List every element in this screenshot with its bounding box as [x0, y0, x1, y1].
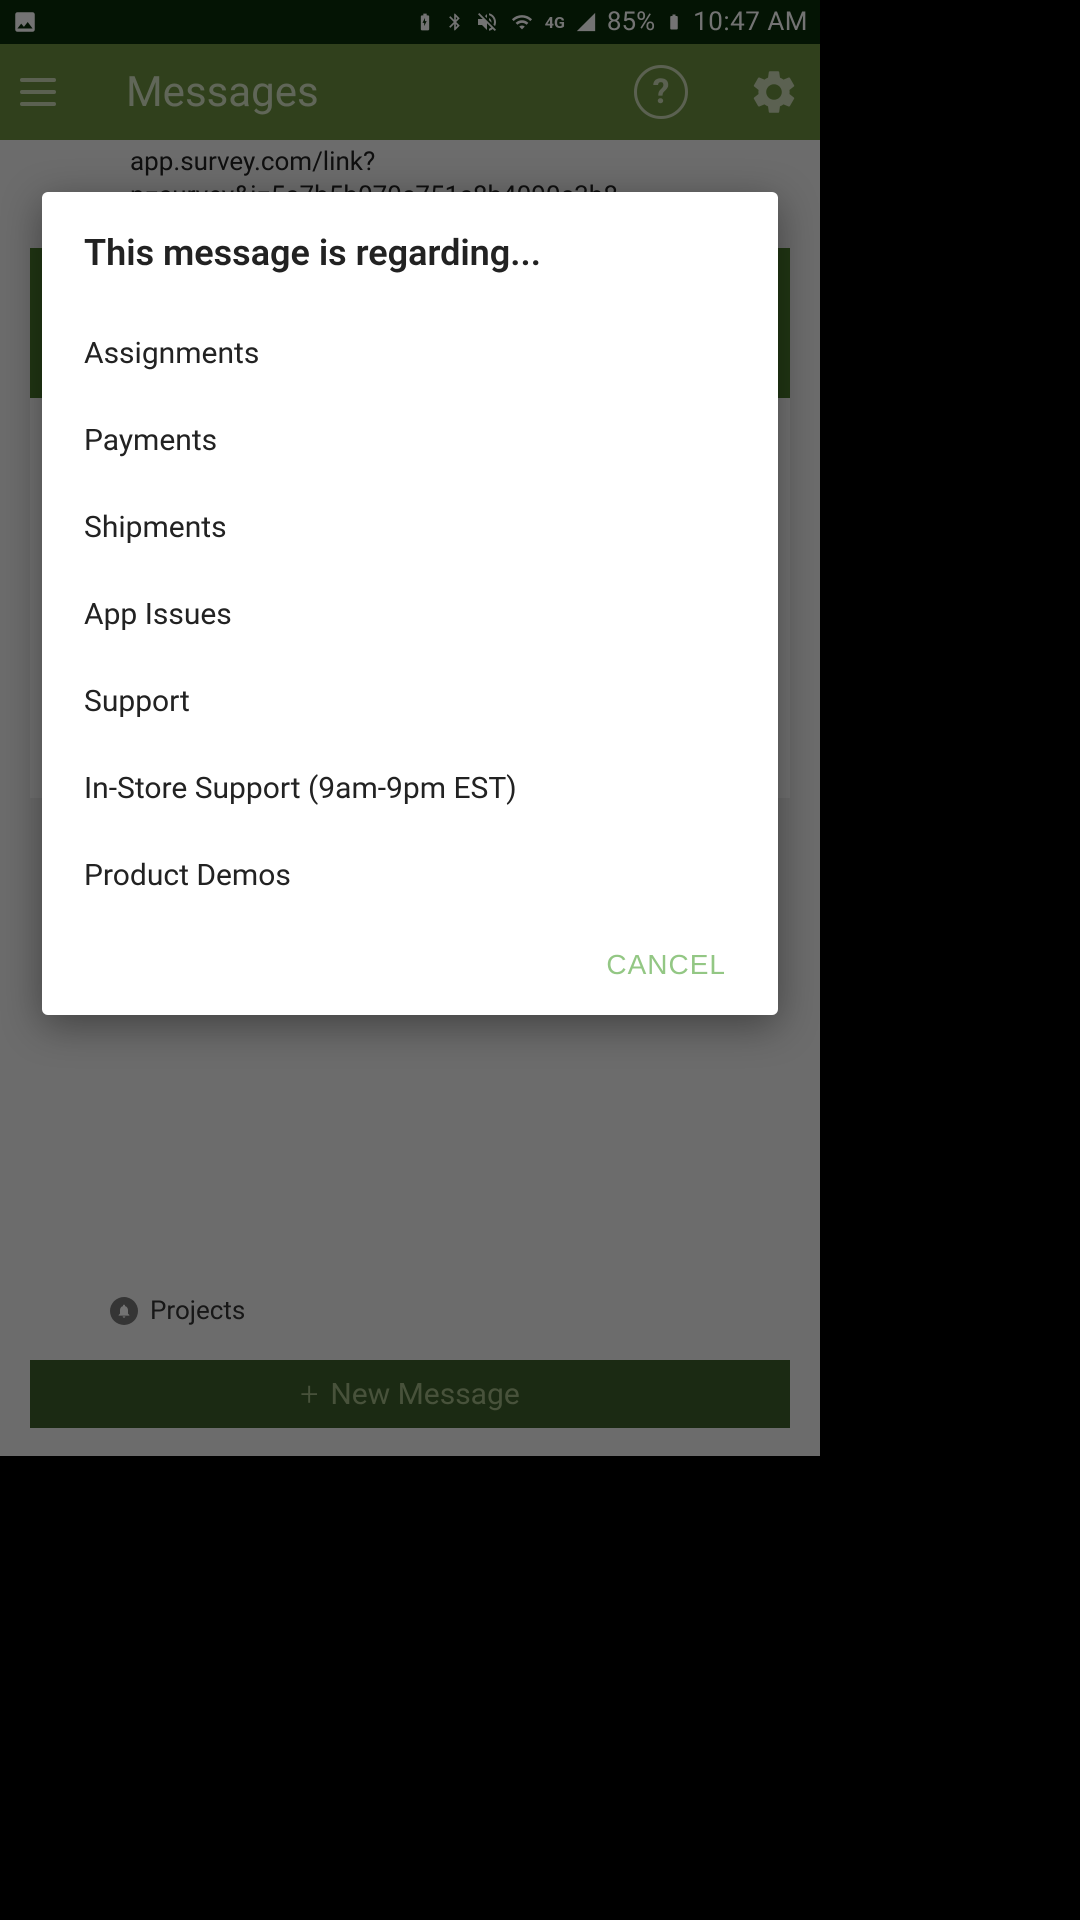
dialog-option-support[interactable]: Support — [84, 658, 736, 745]
dialog-option-assignments[interactable]: Assignments — [84, 310, 736, 397]
cancel-button[interactable]: CANCEL — [596, 935, 736, 995]
dialog-option-product-demos[interactable]: Product Demos — [84, 832, 736, 919]
dialog-actions: CANCEL — [84, 935, 736, 995]
dialog-options-list: Assignments Payments Shipments App Issue… — [84, 310, 736, 919]
dialog-option-app-issues[interactable]: App Issues — [84, 571, 736, 658]
dialog-option-shipments[interactable]: Shipments — [84, 484, 736, 571]
dialog-option-payments[interactable]: Payments — [84, 397, 736, 484]
dialog-option-instore-support[interactable]: In-Store Support (9am-9pm EST) — [84, 745, 736, 832]
message-regarding-dialog: This message is regarding... Assignments… — [42, 192, 778, 1015]
dialog-title: This message is regarding... — [84, 232, 736, 274]
